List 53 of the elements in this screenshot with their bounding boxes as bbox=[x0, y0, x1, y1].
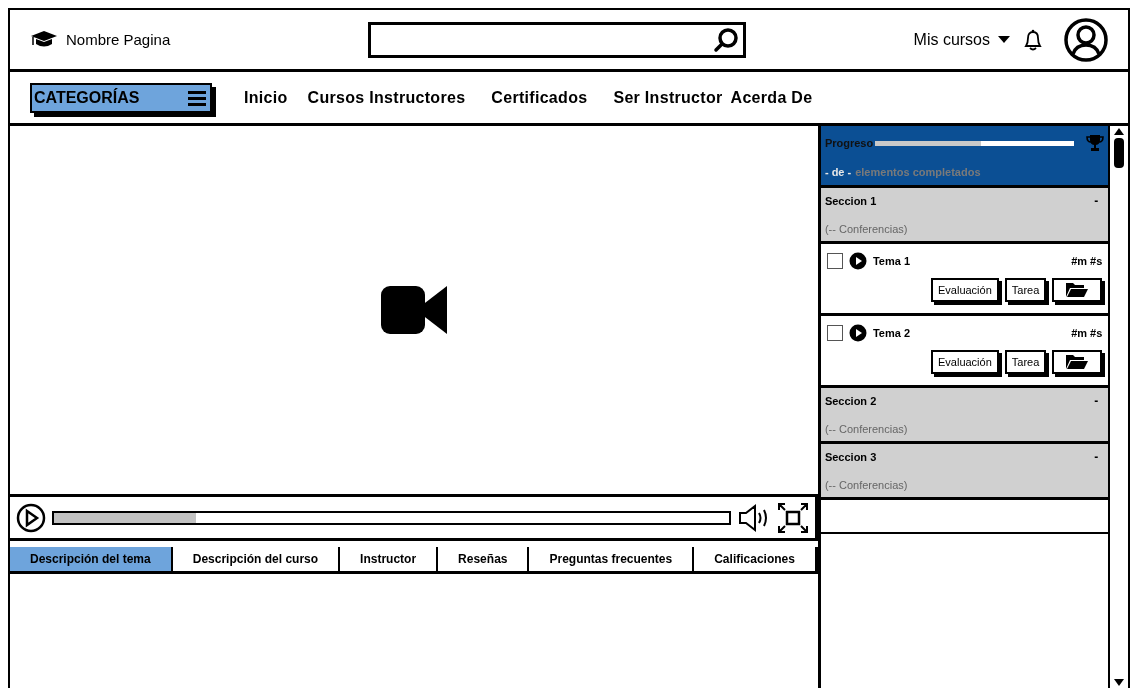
site-name: Nombre Pagina bbox=[66, 31, 171, 48]
folder-button[interactable] bbox=[1052, 278, 1103, 302]
collapse-toggle[interactable]: - bbox=[1088, 394, 1105, 408]
fullscreen-icon[interactable] bbox=[776, 501, 809, 534]
video-progress-bar[interactable] bbox=[52, 510, 731, 525]
topic-button[interactable]: Tarea bbox=[1004, 350, 1047, 374]
section-header[interactable]: Seccion 1 - (-- Conferencias) bbox=[820, 188, 1109, 244]
play-icon[interactable] bbox=[848, 324, 867, 342]
section-title: Seccion 3 bbox=[824, 451, 877, 463]
checkbox[interactable] bbox=[826, 325, 843, 341]
section-header[interactable]: Seccion 3 - (-- Conferencias) bbox=[820, 444, 1109, 500]
topic-button[interactable]: Evaluación bbox=[931, 350, 999, 374]
play-icon[interactable] bbox=[16, 502, 46, 533]
folder-button[interactable] bbox=[1052, 350, 1103, 374]
progress-label: Progreso bbox=[824, 137, 874, 149]
folder-icon bbox=[1066, 355, 1089, 369]
collapse-toggle[interactable]: - bbox=[1088, 450, 1105, 464]
section-subtitle: (-- Conferencias) bbox=[824, 423, 909, 435]
completed-count: - de - bbox=[824, 166, 852, 178]
trophy-icon bbox=[1086, 134, 1105, 152]
section-header[interactable]: Seccion 2 - (-- Conferencias) bbox=[820, 388, 1109, 444]
collapse-toggle[interactable]: - bbox=[1088, 194, 1105, 208]
topic-title[interactable]: Tema 1 bbox=[872, 255, 910, 267]
menu-icon bbox=[188, 89, 206, 106]
topic-button[interactable]: Evaluación bbox=[931, 278, 999, 302]
nav-link[interactable]: Acerda De bbox=[730, 88, 813, 107]
nav-link[interactable]: Ser Instructor bbox=[613, 88, 723, 107]
section-subtitle: (-- Conferencias) bbox=[824, 223, 909, 235]
search-icon[interactable] bbox=[713, 26, 739, 53]
completed-label: elementos completados bbox=[855, 166, 981, 178]
scroll-down-icon[interactable] bbox=[1113, 678, 1126, 688]
section-title: Seccion 1 bbox=[824, 195, 877, 207]
scroll-up-icon[interactable] bbox=[1113, 126, 1126, 136]
section-title: Seccion 2 bbox=[824, 395, 877, 407]
folder-icon bbox=[1066, 283, 1089, 297]
my-courses-menu[interactable]: Mis cursos bbox=[913, 30, 1010, 49]
scroll-thumb[interactable] bbox=[1114, 138, 1125, 168]
play-icon[interactable] bbox=[848, 252, 867, 270]
checkbox[interactable] bbox=[826, 253, 843, 269]
nav-link[interactable]: Certificados bbox=[491, 88, 588, 107]
nav-link[interactable]: Inicio bbox=[244, 88, 288, 107]
video-camera-icon bbox=[380, 286, 447, 334]
section-subtitle: (-- Conferencias) bbox=[824, 479, 909, 491]
avatar-icon[interactable] bbox=[1064, 17, 1108, 62]
tab[interactable]: Descripción del tema bbox=[10, 547, 173, 571]
topic-button[interactable]: Tarea bbox=[1004, 278, 1047, 302]
bell-icon[interactable] bbox=[1022, 27, 1044, 52]
topic-title[interactable]: Tema 2 bbox=[872, 327, 910, 339]
caret-icon bbox=[998, 35, 1010, 44]
topic-duration: #m #s bbox=[1071, 327, 1103, 339]
topic-duration: #m #s bbox=[1071, 255, 1103, 267]
nav-link[interactable]: Cursos Instructores bbox=[307, 88, 466, 107]
search-field[interactable] bbox=[368, 21, 746, 58]
